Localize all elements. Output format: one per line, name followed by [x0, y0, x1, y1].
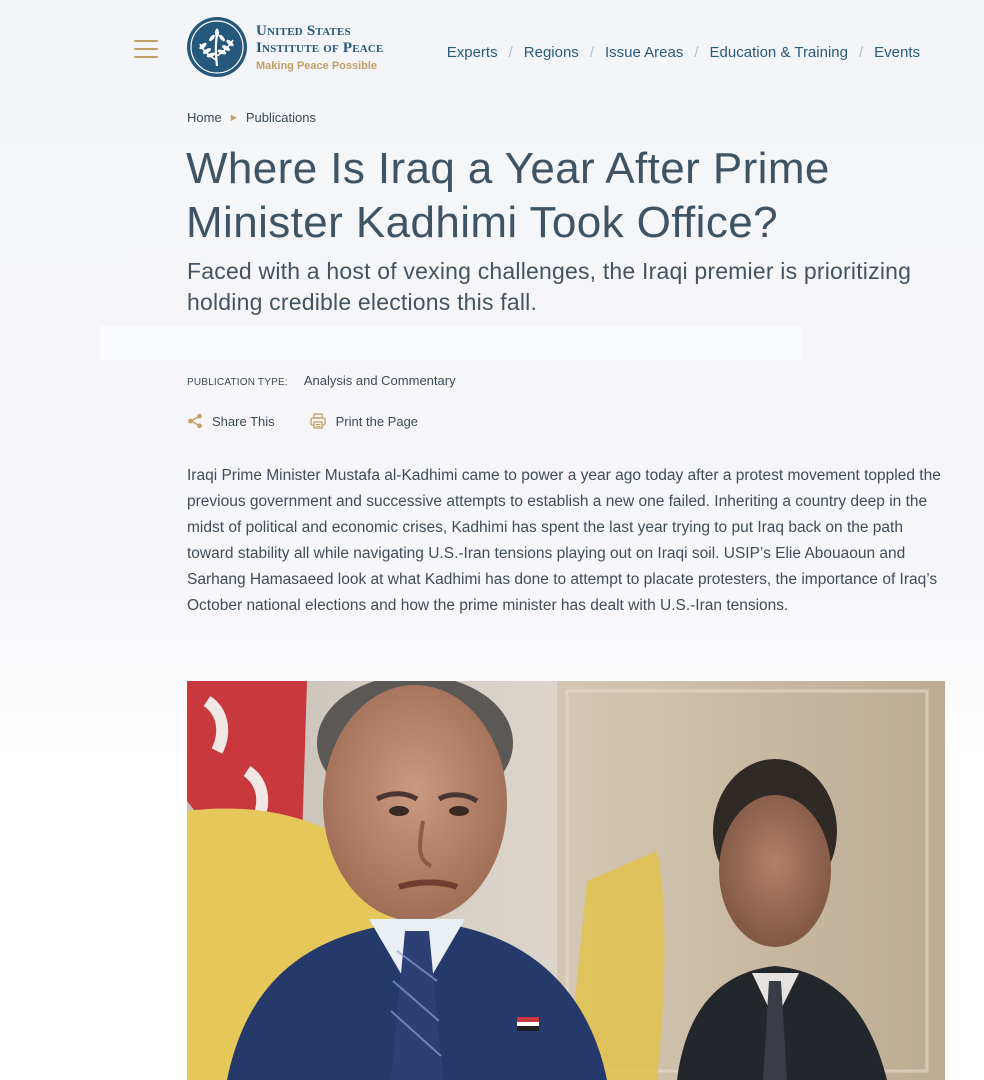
breadcrumb: Home ▶ Publications	[187, 110, 316, 125]
publication-type-value: Analysis and Commentary	[303, 373, 456, 388]
hamburger-menu-icon[interactable]	[134, 40, 158, 58]
divider-band	[100, 326, 802, 360]
print-label: Print the Page	[335, 413, 419, 429]
share-icon	[188, 413, 202, 429]
main-nav: Experts / Regions / Issue Areas / Educat…	[447, 44, 920, 61]
logo-line-1: United States	[256, 22, 351, 39]
print-button[interactable]: Print the Page	[309, 412, 418, 430]
triangle-right-icon: ▶	[230, 113, 237, 122]
article-hero-image	[187, 681, 945, 1080]
breadcrumb-home[interactable]: Home	[187, 110, 222, 125]
nav-separator: /	[589, 44, 594, 61]
share-button[interactable]: Share This	[187, 413, 275, 429]
breadcrumb-publications[interactable]: Publications	[246, 110, 316, 125]
nav-link-education-training[interactable]: Education & Training	[710, 44, 848, 61]
nav-separator: /	[858, 44, 864, 61]
page-subtitle: Faced with a host of vexing challenges, …	[187, 258, 912, 315]
nav-separator: /	[694, 44, 699, 61]
nav-link-regions[interactable]: Regions	[524, 44, 579, 61]
usip-logo[interactable]: United States Institute of Peace Making …	[186, 16, 384, 78]
nav-separator: /	[508, 44, 513, 61]
share-label: Share This	[212, 413, 275, 429]
publication-type: PUBLICATION TYPE: Analysis and Commentar…	[187, 373, 456, 388]
olive-branch-logo-icon	[187, 17, 247, 77]
page-title: Where Is Iraq a Year After Prime Ministe…	[186, 144, 830, 247]
nav-link-issue-areas[interactable]: Issue Areas	[605, 44, 683, 61]
article-intro-paragraph: Iraqi Prime Minister Mustafa al-Kadhimi …	[187, 467, 941, 614]
nav-link-events[interactable]: Events	[874, 44, 920, 61]
nav-link-experts[interactable]: Experts	[447, 44, 498, 61]
article-actions: Share This Print the Page	[187, 412, 418, 430]
printer-icon	[309, 413, 326, 429]
logo-line-2: Institute of Peace	[256, 39, 384, 56]
publication-type-label: PUBLICATION TYPE:	[187, 377, 288, 388]
logo-tagline: Making Peace Possible	[256, 59, 378, 72]
